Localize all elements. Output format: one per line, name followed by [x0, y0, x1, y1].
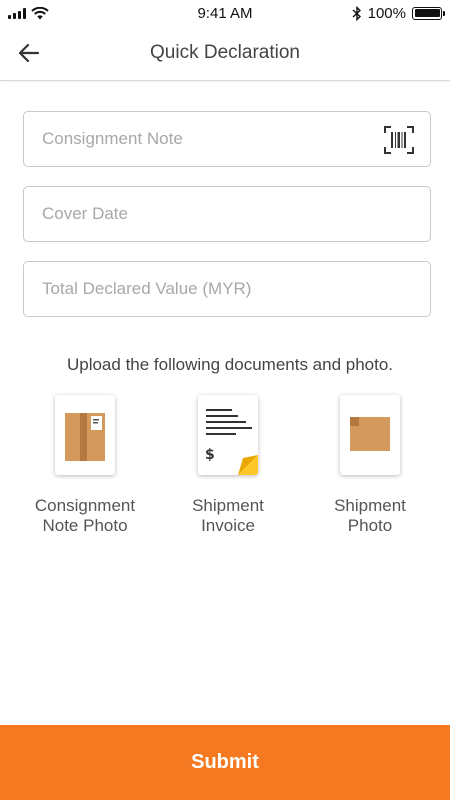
status-right: 100%	[352, 4, 445, 22]
label-line-2: Note Photo	[42, 516, 128, 535]
cellular-signal-icon	[8, 7, 26, 19]
consignment-note-field[interactable]	[23, 111, 431, 167]
total-declared-value-input[interactable]	[42, 279, 412, 299]
page-title: Quick Declaration	[150, 42, 300, 63]
box-icon	[350, 417, 390, 451]
consignment-note-photo-card[interactable]	[55, 395, 115, 475]
battery-percent: 100%	[367, 4, 406, 22]
parcel-label-icon	[65, 413, 105, 461]
status-left	[8, 6, 49, 20]
shipment-photo-upload[interactable]: Shipment Photo	[300, 395, 440, 536]
back-button[interactable]	[14, 38, 44, 68]
bluetooth-icon	[352, 5, 361, 21]
label-line-1: Shipment	[192, 496, 264, 515]
submit-button[interactable]: Submit	[0, 725, 450, 800]
shipment-invoice-card[interactable]: $	[198, 395, 258, 475]
invoice-icon: $	[205, 409, 258, 475]
consignment-note-photo-upload[interactable]: Consignment Note Photo	[15, 395, 155, 536]
battery-icon	[412, 6, 445, 20]
cover-date-field[interactable]	[23, 186, 431, 242]
label-line-2: Invoice	[201, 516, 255, 535]
label-line-2: Photo	[347, 516, 393, 535]
svg-text:$: $	[205, 447, 215, 463]
total-declared-value-field[interactable]	[23, 261, 431, 317]
barcode-scan-button[interactable]	[384, 126, 414, 154]
barcode-scan-icon	[384, 126, 414, 154]
label-line-1: Consignment	[34, 496, 136, 515]
shipment-invoice-label: Shipment Invoice	[158, 496, 298, 536]
shipment-photo-label: Shipment Photo	[300, 496, 440, 536]
back-arrow-icon	[18, 43, 40, 63]
battery-level	[414, 9, 440, 17]
wifi-icon	[31, 6, 49, 19]
upload-instruction: Upload the following documents and photo…	[66, 355, 394, 374]
consignment-note-input[interactable]	[42, 129, 412, 149]
shipment-invoice-upload[interactable]: $ Shipment Invoice	[158, 395, 298, 536]
status-bar: 9:41 AM 100%	[0, 0, 450, 26]
label-line-1: Shipment	[334, 496, 406, 515]
consignment-note-photo-label: Consignment Note Photo	[15, 496, 155, 536]
cover-date-input[interactable]	[42, 204, 412, 224]
nav-bar: Quick Declaration	[0, 26, 450, 81]
shipment-photo-card[interactable]	[340, 395, 400, 475]
